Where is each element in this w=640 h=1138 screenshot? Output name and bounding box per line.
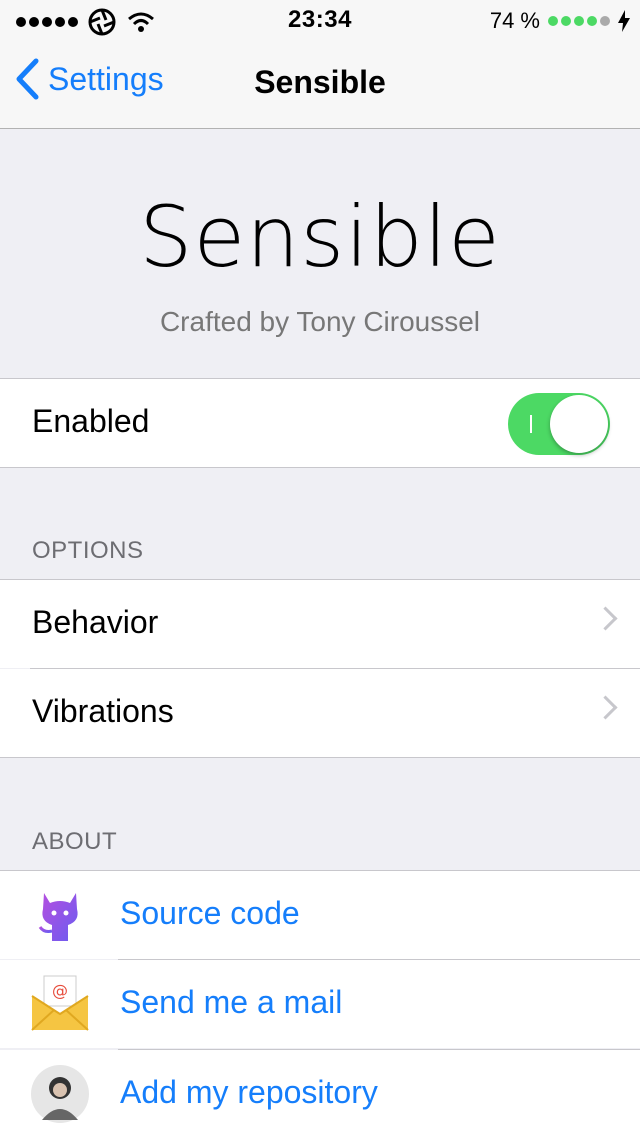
- navigation-bar: Settings Sensible: [0, 40, 640, 129]
- about-header: ABOUT: [32, 828, 118, 855]
- toggle-on-mark: [530, 415, 532, 433]
- octocat-icon: [38, 893, 78, 941]
- chevron-right-icon: [593, 695, 618, 720]
- chevron-right-icon: [593, 606, 618, 631]
- options-header: OPTIONS: [32, 537, 144, 564]
- back-button-label: Settings: [48, 60, 164, 97]
- add-repository-link: Add my repository: [120, 1074, 378, 1110]
- status-right: 74 %: [490, 8, 630, 34]
- send-mail-cell[interactable]: @ Send me a mail: [0, 960, 640, 1048]
- chevron-left-icon: [16, 58, 39, 100]
- enabled-cell: Enabled: [0, 378, 640, 468]
- hero-header: Sensible Crafted by Tony Ciroussel: [0, 128, 640, 378]
- app-title: Sensible: [139, 188, 501, 286]
- source-code-link: Source code: [120, 895, 300, 931]
- battery-percent: 74 %: [489, 8, 540, 33]
- vibrations-label: Vibrations: [32, 693, 174, 729]
- enabled-label: Enabled: [32, 403, 150, 439]
- battery-dots-icon: [548, 16, 610, 26]
- behavior-label: Behavior: [32, 604, 159, 640]
- vibrations-cell[interactable]: Vibrations: [0, 669, 640, 758]
- add-repository-cell[interactable]: Add my repository: [0, 1050, 640, 1138]
- status-bar: 23:34 74 %: [0, 0, 640, 40]
- mail-envelope-icon: @: [31, 975, 89, 1031]
- charging-bolt-icon: [618, 10, 630, 32]
- back-button[interactable]: Settings: [14, 58, 164, 100]
- behavior-cell[interactable]: Behavior: [0, 579, 640, 668]
- avatar-photo-icon: [31, 1065, 89, 1123]
- toggle-knob: [550, 395, 608, 453]
- app-subtitle: Crafted by Tony Ciroussel: [159, 306, 481, 337]
- enabled-toggle[interactable]: [508, 393, 610, 455]
- source-code-cell[interactable]: Source code: [0, 870, 640, 959]
- svg-text:@: @: [52, 981, 68, 1000]
- send-mail-link: Send me a mail: [120, 984, 343, 1020]
